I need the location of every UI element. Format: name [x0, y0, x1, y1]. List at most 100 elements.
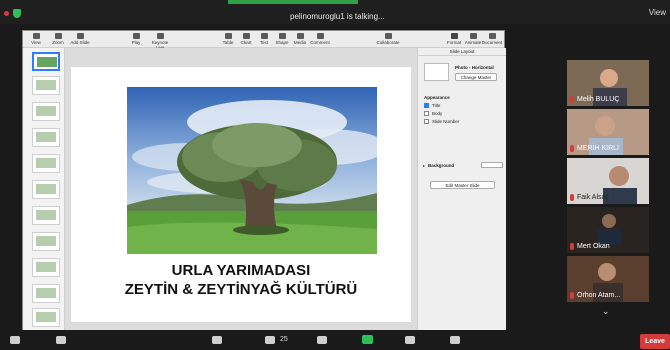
slide-canvas: URLA YARIMADASI ZEYTİN & ZEYTİNYAĞ KÜLTÜ… [65, 48, 417, 331]
slide-number-checkbox[interactable] [424, 119, 429, 124]
muted-mic-icon [570, 292, 574, 299]
slide-thumbnail[interactable] [32, 284, 60, 303]
live-icon [156, 33, 164, 39]
toolbar-label: Media [293, 40, 307, 45]
view-button[interactable]: View [649, 8, 666, 17]
slide-thumbnail[interactable] [32, 258, 60, 277]
toolbar-comment-button[interactable]: Comment [307, 33, 333, 45]
participant-tile[interactable]: Melih BULUÇ [567, 60, 649, 106]
body-checkbox[interactable] [424, 111, 429, 116]
slide-thumbnail[interactable] [32, 308, 60, 327]
play-icon [132, 33, 140, 39]
share-screen-icon[interactable] [362, 335, 373, 344]
shape-icon [278, 33, 286, 39]
participant-count: 25 [280, 336, 288, 343]
toolbar-label: Table [222, 40, 234, 45]
disclosure-triangle-icon[interactable]: ▸ [423, 163, 425, 168]
shared-screen: View Zoom Add Slide Play Keynote Live Ta… [22, 30, 506, 331]
participant-tile[interactable]: Mert Okan [567, 207, 649, 253]
thumbnail-image [36, 184, 56, 194]
slide-thumbnail[interactable] [32, 102, 60, 121]
title-checkbox-label: Title [432, 103, 441, 108]
toolbar-label: Add Slide [70, 40, 90, 45]
toolbar-play-button[interactable]: Play [123, 33, 149, 45]
recording-icon [4, 11, 9, 16]
thumbnail-image [36, 288, 56, 298]
thumbnail-image [36, 210, 56, 220]
participant-tile[interactable]: Orhon Atam... [567, 256, 649, 302]
appearance-heading: Appearance [424, 95, 450, 100]
slide-thumbnail[interactable] [32, 206, 60, 225]
thumbnail-image [36, 158, 56, 168]
toolbar-add-slide-button[interactable]: Add Slide [67, 33, 93, 45]
toolbar-label: Zoom [52, 40, 64, 45]
zoom-meeting-window: pelinomuroglu1 is talking... View View Z… [0, 0, 670, 350]
slide-thumbnail[interactable] [32, 76, 60, 95]
body-checkbox-label: Body [432, 111, 443, 116]
text-icon [260, 33, 268, 39]
document-icon [488, 33, 496, 39]
slide-thumbnail[interactable] [32, 52, 60, 71]
inspector-tab-slide-layout[interactable]: Slide Layout [418, 48, 506, 56]
chevron-down-icon[interactable]: ⌄ [602, 306, 610, 317]
meeting-controls: 25 [0, 330, 670, 350]
participant-name: Faik Alsaç [577, 194, 609, 201]
participant-tile[interactable]: MERİH KIRLI [567, 109, 649, 155]
screen-share-indicator-bar [228, 0, 358, 4]
record-icon[interactable] [405, 336, 415, 344]
olive-tree-image [127, 87, 377, 254]
layout-thumbnail [424, 63, 449, 81]
muted-mic-icon [570, 194, 574, 201]
toolbar-label: View [31, 40, 41, 45]
olive-tree-photo[interactable] [127, 87, 377, 254]
leave-button[interactable]: Leave [640, 334, 670, 349]
toolbar-label: Collaborate [376, 40, 400, 45]
thumbnail-image [37, 57, 57, 67]
participant-name: Orhon Atam... [577, 292, 621, 299]
thumbnail-image [36, 106, 56, 116]
table-icon [224, 33, 232, 39]
chart-icon [242, 33, 250, 39]
toolbar-collaborate-button[interactable]: Collaborate [375, 33, 401, 45]
reactions-icon[interactable] [450, 336, 460, 344]
zoom-icon [54, 33, 62, 39]
toolbar-label: Document [481, 40, 503, 45]
edit-master-slide-button[interactable]: Edit Master Slide [430, 181, 495, 189]
thumbnail-image [36, 80, 56, 90]
security-icon[interactable] [212, 336, 222, 344]
layout-name: Photo - Horizontal [455, 65, 494, 70]
toolbar-label: Comment [310, 40, 330, 45]
thumbnail-image [36, 312, 56, 322]
toolbar-label: Text [259, 40, 269, 45]
thumbnail-image [36, 236, 56, 246]
toolbar-document-button[interactable]: Document [479, 33, 505, 45]
background-color-well[interactable] [481, 162, 503, 168]
thumbnail-image [36, 262, 56, 272]
slide-thumbnail[interactable] [32, 180, 60, 199]
format-icon [450, 33, 458, 39]
title-checkbox[interactable] [424, 103, 429, 108]
media-icon [296, 33, 304, 39]
slide-thumbnail[interactable] [32, 154, 60, 173]
collaborate-icon [384, 33, 392, 39]
slide-thumbnail[interactable] [32, 232, 60, 251]
sidebar-icon [32, 33, 40, 39]
change-master-button[interactable]: Change Master [455, 73, 497, 81]
participant-tile[interactable]: Faik Alsaç [567, 158, 649, 204]
microphone-icon[interactable] [10, 336, 20, 344]
format-inspector: Slide Layout Photo - Horizontal Change M… [417, 48, 506, 331]
current-slide[interactable]: URLA YARIMADASI ZEYTİN & ZEYTİNYAĞ KÜLTÜ… [71, 67, 411, 322]
animate-icon [469, 33, 477, 39]
participant-name: Melih BULUÇ [577, 96, 620, 103]
slide-title[interactable]: URLA YARIMADASI ZEYTİN & ZEYTİNYAĞ KÜLTÜ… [91, 261, 391, 299]
slide-thumbnail[interactable] [32, 128, 60, 147]
participants-icon[interactable] [265, 336, 275, 344]
participant-name: Mert Okan [577, 243, 610, 250]
camera-icon[interactable] [56, 336, 66, 344]
chat-icon[interactable] [317, 336, 327, 344]
muted-mic-icon [570, 96, 574, 103]
muted-mic-icon [570, 145, 574, 152]
slide-number-checkbox-label: Slide Number [432, 119, 460, 124]
toolbar-label: Format [446, 40, 462, 45]
security-shield-icon[interactable] [13, 9, 21, 18]
